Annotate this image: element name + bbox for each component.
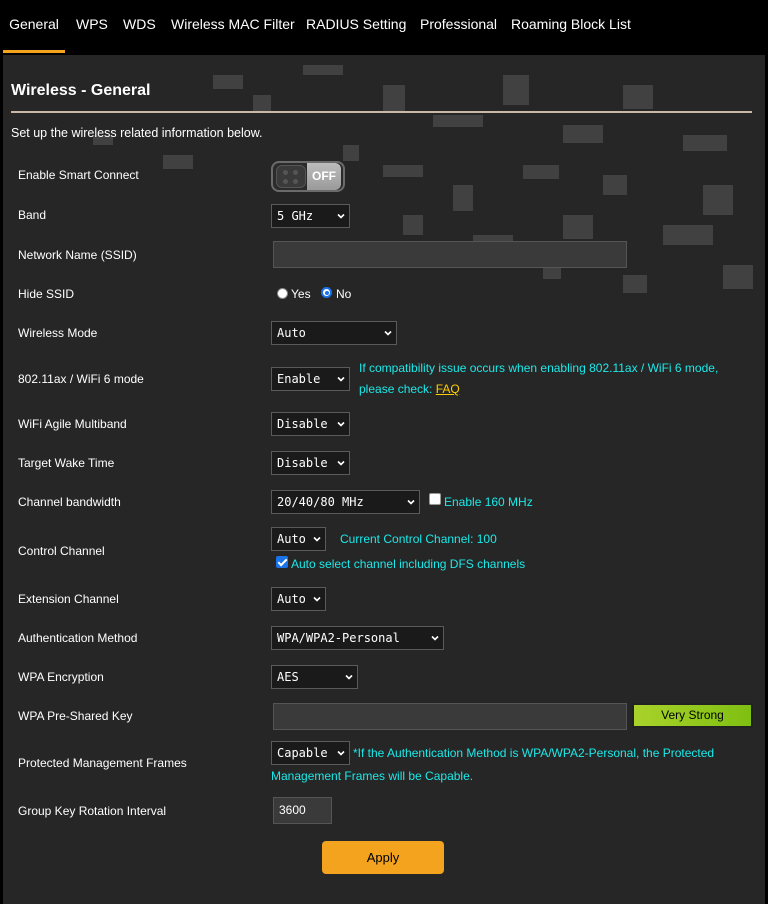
bandwidth-label: Channel bandwidth bbox=[18, 495, 121, 509]
hide-ssid-no-radio[interactable] bbox=[321, 287, 332, 298]
group-key-input[interactable]: 3600 bbox=[273, 797, 332, 824]
wifi6-value: Enable bbox=[277, 372, 321, 386]
agile-multiband-select[interactable]: Disable bbox=[271, 412, 350, 436]
toggle-state-text: OFF bbox=[307, 163, 341, 190]
tab-bar: General WPS WDS Wireless MAC Filter RADI… bbox=[0, 0, 768, 53]
wpa-encryption-select[interactable]: AES bbox=[271, 665, 358, 689]
dfs-checkbox[interactable] bbox=[276, 556, 288, 568]
auth-method-select[interactable]: WPA/WPA2-Personal bbox=[271, 626, 444, 650]
psk-label: WPA Pre-Shared Key bbox=[18, 709, 133, 723]
page-title: Wireless - General bbox=[11, 82, 151, 99]
wpa-encryption-label: WPA Encryption bbox=[18, 670, 104, 684]
bandwidth-select[interactable]: 20/40/80 MHz bbox=[271, 490, 420, 514]
password-strength-indicator: Very Strong bbox=[632, 703, 753, 728]
target-wake-label: Target Wake Time bbox=[18, 456, 115, 470]
tab-roaming-block-list[interactable]: Roaming Block List bbox=[511, 0, 631, 50]
dfs-label: Auto select channel including DFS channe… bbox=[291, 557, 526, 571]
ssid-label: Network Name (SSID) bbox=[18, 248, 137, 262]
auth-method-value: WPA/WPA2-Personal bbox=[277, 631, 400, 645]
pmf-note-line2: Management Frames will be Capable. bbox=[271, 769, 474, 783]
wireless-mode-select[interactable]: Auto bbox=[271, 321, 397, 345]
chevron-down-icon bbox=[407, 499, 415, 505]
chevron-down-icon bbox=[337, 376, 345, 382]
chevron-down-icon bbox=[337, 213, 345, 219]
bandwidth-value: 20/40/80 MHz bbox=[277, 495, 364, 509]
target-wake-value: Disable bbox=[277, 456, 328, 470]
faq-link[interactable]: FAQ bbox=[436, 382, 460, 396]
tab-wds[interactable]: WDS bbox=[123, 0, 156, 50]
enable-160-label: Enable 160 MHz bbox=[444, 495, 533, 509]
settings-panel: Wireless - General Set up the wireless r… bbox=[3, 55, 765, 904]
ssid-input[interactable] bbox=[273, 241, 627, 268]
wireless-mode-value: Auto bbox=[277, 326, 306, 340]
smart-connect-toggle[interactable]: OFF bbox=[271, 161, 345, 192]
tab-general[interactable]: General bbox=[3, 0, 65, 53]
group-key-label: Group Key Rotation Interval bbox=[18, 804, 167, 818]
current-control-channel: Current Control Channel: 100 bbox=[340, 532, 497, 546]
hide-ssid-no-label: No bbox=[336, 287, 352, 301]
hide-ssid-label: Hide SSID bbox=[18, 287, 75, 301]
control-channel-select[interactable]: Auto bbox=[271, 527, 326, 551]
chevron-down-icon bbox=[431, 635, 439, 641]
chevron-down-icon bbox=[337, 750, 345, 756]
auth-method-label: Authentication Method bbox=[18, 631, 138, 645]
toggle-knob bbox=[276, 165, 306, 188]
extension-channel-select[interactable]: Auto bbox=[271, 587, 326, 611]
control-channel-value: Auto bbox=[277, 532, 306, 546]
chevron-down-icon bbox=[313, 536, 321, 542]
band-label: Band bbox=[18, 208, 47, 222]
extension-channel-label: Extension Channel bbox=[18, 592, 119, 606]
apply-button[interactable]: Apply bbox=[322, 841, 444, 874]
target-wake-select[interactable]: Disable bbox=[271, 451, 350, 475]
chevron-down-icon bbox=[337, 421, 345, 427]
band-select[interactable]: 5 GHz bbox=[271, 204, 350, 228]
control-channel-label: Control Channel bbox=[18, 544, 105, 558]
tab-wps[interactable]: WPS bbox=[76, 0, 108, 50]
wifi6-note-line2: please check: FAQ bbox=[359, 382, 460, 396]
wifi6-label: 802.11ax / WiFi 6 mode bbox=[18, 372, 144, 386]
page-description: Set up the wireless related information … bbox=[11, 126, 263, 140]
chevron-down-icon bbox=[313, 596, 321, 602]
pmf-select[interactable]: Capable bbox=[271, 741, 350, 765]
hide-ssid-yes-label: Yes bbox=[291, 287, 311, 301]
agile-multiband-value: Disable bbox=[277, 417, 328, 431]
wifi6-note: If compatibility issue occurs when enabl… bbox=[359, 361, 719, 375]
wifi6-select[interactable]: Enable bbox=[271, 367, 350, 391]
pmf-value: Capable bbox=[277, 746, 328, 760]
chevron-down-icon bbox=[345, 674, 353, 680]
wpa-encryption-value: AES bbox=[277, 670, 299, 684]
pmf-note: *If the Authentication Method is WPA/WPA… bbox=[353, 746, 715, 760]
pmf-label: Protected Management Frames bbox=[18, 756, 187, 770]
tab-radius-setting[interactable]: RADIUS Setting bbox=[306, 0, 406, 50]
extension-channel-value: Auto bbox=[277, 592, 306, 606]
hide-ssid-yes-radio[interactable] bbox=[277, 288, 288, 299]
title-divider bbox=[11, 111, 752, 113]
band-value: 5 GHz bbox=[277, 209, 314, 223]
wireless-mode-label: Wireless Mode bbox=[18, 326, 98, 340]
psk-input[interactable] bbox=[273, 703, 627, 730]
enable-160-checkbox[interactable] bbox=[429, 493, 441, 505]
chevron-down-icon bbox=[337, 460, 345, 466]
chevron-down-icon bbox=[384, 330, 392, 336]
tab-wireless-mac-filter[interactable]: Wireless MAC Filter bbox=[171, 0, 295, 50]
smart-connect-label: Enable Smart Connect bbox=[18, 168, 139, 182]
agile-multiband-label: WiFi Agile Multiband bbox=[18, 417, 127, 431]
tab-professional[interactable]: Professional bbox=[420, 0, 497, 50]
